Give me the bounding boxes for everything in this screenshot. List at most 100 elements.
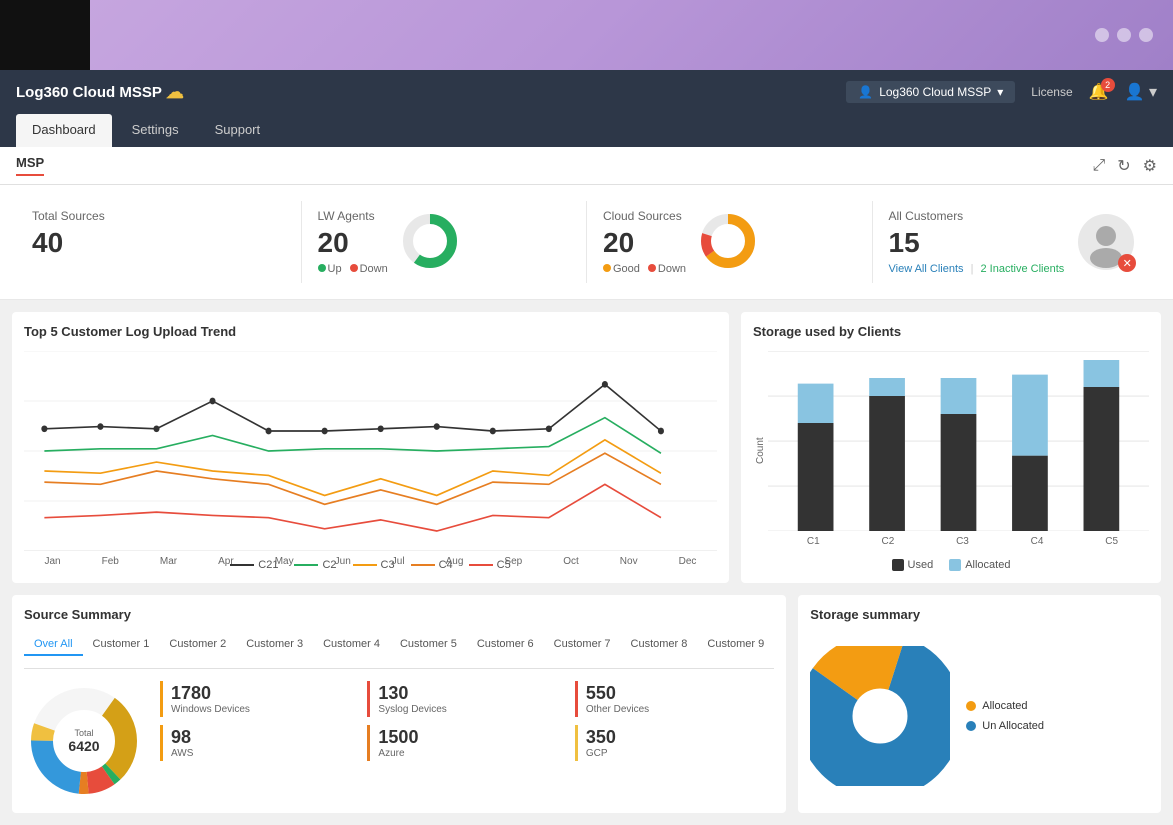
storage-pie-svg bbox=[810, 646, 950, 786]
aws-stat: 98 AWS bbox=[160, 725, 359, 761]
all-customers-stat: All Customers 15 View All Clients | 2 In… bbox=[873, 201, 1158, 283]
bar-legend-allocated: Allocated bbox=[949, 559, 1010, 571]
svg-text:6420: 6420 bbox=[68, 738, 99, 754]
source-summary-panel: Source Summary Over All Customer 1 Custo… bbox=[12, 595, 786, 813]
user-menu-button[interactable]: 👤 ▾ bbox=[1125, 82, 1157, 102]
source-donut-svg: Total 6420 bbox=[24, 681, 144, 801]
lw-agents-donut bbox=[400, 211, 460, 274]
cloud-sources-legend: Good Down bbox=[603, 263, 686, 275]
tab-customer8[interactable]: Customer 8 bbox=[621, 634, 698, 656]
aws-stat-text: 98 AWS bbox=[171, 727, 193, 759]
syslog-devices-stat: 130 Syslog Devices bbox=[367, 681, 566, 717]
x-feb: Feb bbox=[102, 556, 119, 567]
tab-customer2[interactable]: Customer 2 bbox=[159, 634, 236, 656]
bar-c3-label: C3 bbox=[956, 536, 969, 547]
msp-actions: ⤢ ↻ ⚙ bbox=[1092, 156, 1157, 176]
cloud-sources-donut bbox=[698, 211, 758, 274]
aws-value: 98 bbox=[171, 727, 193, 748]
x-jul: Jul bbox=[392, 556, 405, 567]
other-label: Other Devices bbox=[586, 704, 649, 715]
bar-chart-title: Storage used by Clients bbox=[753, 324, 1149, 339]
tab-dashboard[interactable]: Dashboard bbox=[16, 114, 112, 147]
view-all-clients-link[interactable]: View All Clients bbox=[889, 263, 964, 275]
syslog-label: Syslog Devices bbox=[378, 704, 446, 715]
tab-customer6[interactable]: Customer 6 bbox=[467, 634, 544, 656]
link-separator: | bbox=[971, 263, 974, 275]
gcp-value: 350 bbox=[586, 727, 616, 748]
msp-label: MSP bbox=[16, 155, 44, 176]
nav-tabs: Dashboard Settings Support bbox=[0, 114, 1173, 147]
allocated-label: Allocated bbox=[982, 700, 1027, 712]
tab-settings[interactable]: Settings bbox=[116, 114, 195, 147]
bar-chart-x-labels: C1 C2 C3 C4 C5 bbox=[768, 536, 1149, 547]
windows-stat-row: 1780 Windows Devices bbox=[160, 681, 359, 717]
bar-c5-label: C5 bbox=[1105, 536, 1118, 547]
charts-row: Top 5 Customer Log Upload Trend 60 GB 40… bbox=[0, 300, 1173, 595]
x-aug: Aug bbox=[446, 556, 464, 567]
gcp-label: GCP bbox=[586, 748, 616, 759]
bar-c1-label: C1 bbox=[807, 536, 820, 547]
line-chart-x-axis: Jan Feb Mar Apr May Jun Jul Aug Sep Oct … bbox=[24, 556, 717, 567]
other-devices-stat: 550 Other Devices bbox=[575, 681, 774, 717]
azure-stat-text: 1500 Azure bbox=[378, 727, 418, 759]
customer-avatar: ✕ bbox=[1076, 212, 1136, 272]
tab-customer9[interactable]: Customer 9 bbox=[697, 634, 774, 656]
gcp-stat-row: 350 GCP bbox=[575, 725, 774, 761]
x-sep: Sep bbox=[504, 556, 522, 567]
bar-legend-allocated-label: Allocated bbox=[965, 559, 1010, 571]
cloud-sources-stat: Cloud Sources 20 Good Down bbox=[587, 201, 873, 283]
syslog-value: 130 bbox=[378, 683, 446, 704]
bar-chart-legend: Used Allocated bbox=[753, 559, 1149, 571]
bar-c4-label: C4 bbox=[1031, 536, 1044, 547]
windows-value: 1780 bbox=[171, 683, 250, 704]
cloud-mssp-button[interactable]: 👤 Log360 Cloud MSSP ▾ bbox=[846, 81, 1015, 103]
cloud-down-legend: Down bbox=[648, 263, 686, 275]
other-stat-row: 550 Other Devices bbox=[575, 681, 774, 717]
windows-label: Windows Devices bbox=[171, 704, 250, 715]
tab-overall[interactable]: Over All bbox=[24, 634, 83, 656]
gcp-stat-text: 350 GCP bbox=[586, 727, 616, 759]
tab-customer7[interactable]: Customer 7 bbox=[544, 634, 621, 656]
lw-down-legend: Down bbox=[350, 263, 388, 275]
stats-row: Total Sources 40 LW Agents 20 Up Down bbox=[0, 185, 1173, 300]
license-label: License bbox=[1031, 85, 1072, 99]
aws-label: AWS bbox=[171, 748, 193, 759]
lw-agents-value: 20 bbox=[318, 227, 388, 259]
inactive-clients-link[interactable]: 2 Inactive Clients bbox=[980, 263, 1064, 275]
all-customers-text: All Customers 15 View All Clients | 2 In… bbox=[889, 209, 1065, 275]
windows-devices-stat: 1780 Windows Devices bbox=[160, 681, 359, 717]
x-jun: Jun bbox=[335, 556, 351, 567]
top-bar-black bbox=[0, 0, 90, 70]
all-customers-content: All Customers 15 View All Clients | 2 In… bbox=[889, 209, 1142, 275]
cloud-sources-text: Cloud Sources 20 Good Down bbox=[603, 209, 686, 275]
source-summary-title: Source Summary bbox=[24, 607, 774, 622]
line-chart-area: 60 GB 40 GB 20 GB 0 bbox=[24, 351, 717, 551]
tab-customer5[interactable]: Customer 5 bbox=[390, 634, 467, 656]
tab-customer4[interactable]: Customer 4 bbox=[313, 634, 390, 656]
notification-badge: 2 bbox=[1101, 78, 1115, 92]
tab-customer1[interactable]: Customer 1 bbox=[83, 634, 160, 656]
storage-summary-title: Storage summary bbox=[810, 607, 1149, 622]
bar-chart-area: 100 75 50 25 0 bbox=[768, 351, 1149, 551]
refresh-button[interactable]: ↻ bbox=[1117, 156, 1130, 176]
logo-text: Log360 Cloud MSSP bbox=[16, 84, 162, 101]
lw-agents-label: LW Agents bbox=[318, 209, 388, 223]
user-icon: 👤 bbox=[858, 85, 873, 99]
tab-support[interactable]: Support bbox=[199, 114, 277, 147]
notification-button[interactable]: 🔔 2 bbox=[1089, 82, 1109, 102]
tab-customer3[interactable]: Customer 3 bbox=[236, 634, 313, 656]
dot-2 bbox=[1117, 28, 1131, 42]
settings-button[interactable]: ⚙ bbox=[1143, 156, 1157, 176]
lw-up-legend: Up bbox=[318, 263, 342, 275]
storage-pie-legend: Allocated Un Allocated bbox=[966, 700, 1044, 732]
lw-agents-text: LW Agents 20 Up Down bbox=[318, 209, 388, 275]
bottom-row: Source Summary Over All Customer 1 Custo… bbox=[0, 595, 1173, 825]
aws-stat-row: 98 AWS bbox=[160, 725, 359, 761]
x-dec: Dec bbox=[679, 556, 697, 567]
header: Log360 Cloud MSSP ☁ 👤 Log360 Cloud MSSP … bbox=[0, 70, 1173, 114]
source-donut: Total 6420 bbox=[24, 681, 144, 801]
expand-button[interactable]: ⤢ bbox=[1092, 157, 1105, 175]
other-value: 550 bbox=[586, 683, 649, 704]
cloud-btn-label: Log360 Cloud MSSP bbox=[879, 85, 991, 99]
gcp-stat: 350 GCP bbox=[575, 725, 774, 761]
